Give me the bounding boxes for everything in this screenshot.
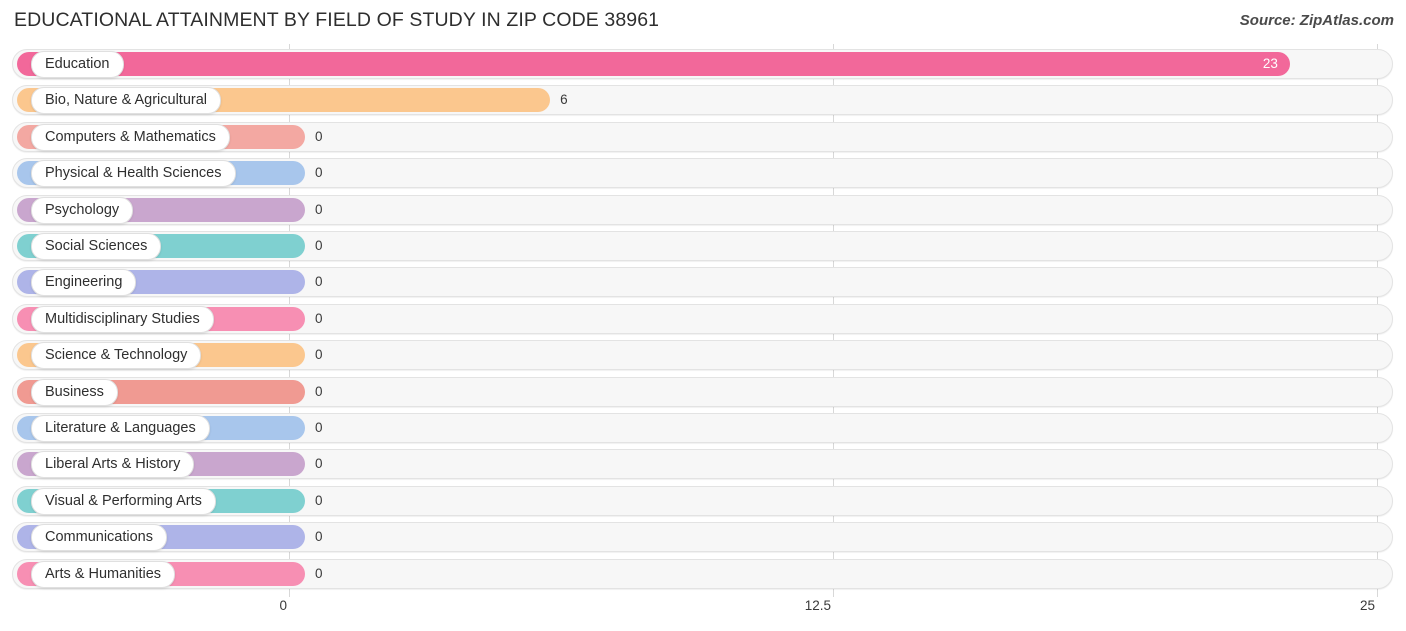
category-label: Computers & Mathematics: [31, 123, 230, 151]
bar-value-label: 0: [315, 165, 323, 181]
chart-row[interactable]: 0 Business: [12, 376, 1393, 407]
bar-value-label: 6: [560, 92, 568, 108]
chart-row[interactable]: 0 Science & Technology: [12, 340, 1393, 371]
source-attribution: Source: ZipAtlas.com: [1239, 12, 1394, 29]
chart-header: EDUCATIONAL ATTAINMENT BY FIELD OF STUDY…: [0, 0, 1406, 44]
chart-row[interactable]: 0 Psychology: [12, 194, 1393, 225]
bar-value-label: 0: [315, 565, 323, 581]
category-label: Physical & Health Sciences: [31, 160, 236, 188]
bar-chart-plot-area: 23 Education 6 Bio, Nature & Agricultural 0 C…: [0, 44, 1406, 597]
category-label: Bio, Nature & Agricultural: [31, 87, 221, 115]
category-label: Education: [31, 51, 124, 78]
bar-value-label: 0: [315, 201, 323, 217]
chart-row[interactable]: 0 Multidisciplinary Studies: [12, 303, 1393, 334]
bar-value-label: 23: [1262, 56, 1278, 71]
category-label: Communications: [31, 524, 167, 552]
chart-row[interactable]: 0 Physical & Health Sciences: [12, 158, 1393, 189]
x-axis-tick-label: 12.5: [804, 598, 831, 613]
chart-row[interactable]: 6 Bio, Nature & Agricultural: [12, 85, 1393, 116]
category-label: Engineering: [31, 269, 137, 297]
chart-row[interactable]: 0 Visual & Performing Arts: [12, 485, 1393, 516]
chart-row[interactable]: 0 Engineering: [12, 267, 1393, 298]
chart-row[interactable]: 0 Literature & Languages: [12, 413, 1393, 443]
bar-value-label: 0: [315, 492, 323, 508]
category-label: Social Sciences: [31, 233, 162, 260]
category-label: Science & Technology: [31, 342, 202, 370]
category-label: Psychology: [31, 196, 134, 224]
category-label: Literature & Languages: [31, 415, 210, 442]
x-axis: 0 12.5 25: [0, 597, 1406, 631]
chart-row[interactable]: 23 Education: [12, 49, 1393, 79]
bar-value-label: 0: [315, 529, 323, 545]
category-label: Arts & Humanities: [31, 560, 176, 588]
x-axis-tick-label: 0: [279, 598, 287, 613]
chart-row[interactable]: 0 Liberal Arts & History: [12, 449, 1393, 480]
category-label: Business: [31, 378, 118, 406]
category-label: Multidisciplinary Studies: [31, 305, 214, 333]
bar[interactable]: 23: [17, 52, 1290, 76]
x-axis-tick-label: 25: [1359, 598, 1375, 613]
bar-value-label: 0: [315, 128, 323, 144]
bar-value-label: 0: [315, 383, 323, 399]
bar-value-label: 0: [315, 456, 323, 472]
chart-row[interactable]: 0 Social Sciences: [12, 231, 1393, 261]
bar-value-label: 0: [315, 238, 323, 253]
bar-value-label: 0: [315, 347, 323, 363]
chart-row[interactable]: 0 Computers & Mathematics: [12, 121, 1393, 152]
chart-row[interactable]: 0 Arts & Humanities: [12, 558, 1393, 589]
category-label: Liberal Arts & History: [31, 451, 195, 479]
bar-value-label: 0: [315, 420, 323, 435]
chart-row[interactable]: 0 Communications: [12, 522, 1393, 553]
bar-value-label: 0: [315, 274, 323, 290]
category-label: Visual & Performing Arts: [31, 487, 216, 515]
page-title: EDUCATIONAL ATTAINMENT BY FIELD OF STUDY…: [14, 9, 660, 31]
bar-value-label: 0: [315, 310, 323, 326]
